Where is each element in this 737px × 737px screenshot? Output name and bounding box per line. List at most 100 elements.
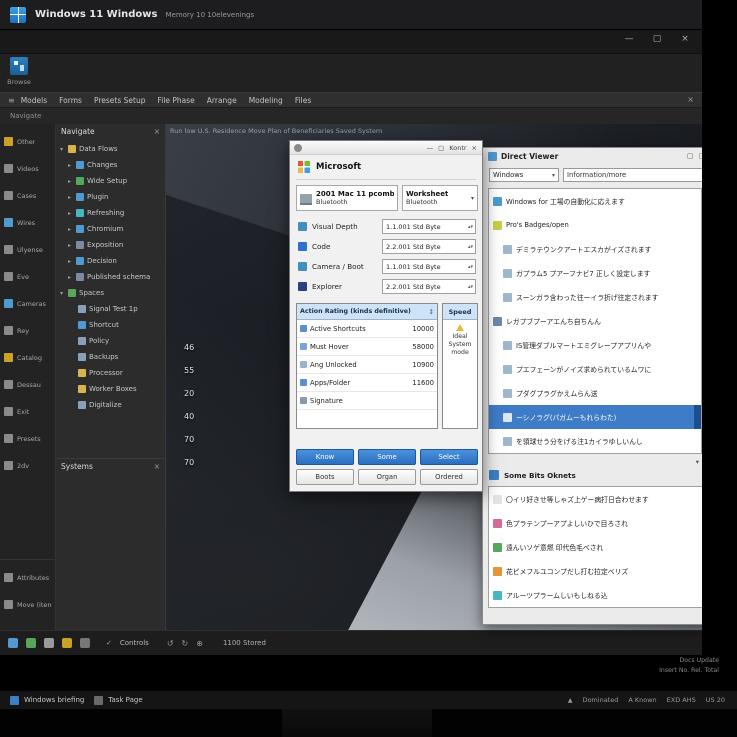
- sidebar-item[interactable]: Exit: [0, 398, 55, 425]
- table-row[interactable]: Signature: [297, 392, 437, 410]
- setting-value-select[interactable]: 2.2.001 Std Byte ▴▾: [382, 279, 476, 294]
- tree-expander-icon[interactable]: ▾: [58, 146, 65, 153]
- menu-item[interactable]: Files: [295, 96, 311, 105]
- tool-icon[interactable]: [44, 638, 54, 648]
- sidebar-item[interactable]: Catalog: [0, 344, 55, 371]
- tree-item[interactable]: ▸ Chromium: [56, 221, 165, 237]
- dialog-secondary-button[interactable]: Organ: [358, 469, 416, 485]
- dialog-close-button[interactable]: ×: [472, 144, 477, 152]
- tray-segment[interactable]: A Known: [628, 696, 656, 704]
- spinner-icon[interactable]: ▴▾: [468, 244, 473, 250]
- tree-expander-icon[interactable]: ▸: [66, 274, 73, 281]
- table-row[interactable]: Must Hover 58000: [297, 338, 437, 356]
- sidebar-item[interactable]: Rey: [0, 317, 55, 344]
- sidebar-item[interactable]: Cameras: [0, 290, 55, 317]
- tree-expander-icon[interactable]: ▸: [66, 258, 73, 265]
- viewer-list-item[interactable]: プダグプラグかえムらん送: [489, 381, 701, 405]
- sidebar-item[interactable]: Eve: [0, 263, 55, 290]
- menu-item[interactable]: Presets Setup: [94, 96, 146, 105]
- spinner-icon[interactable]: ▴▾: [468, 224, 473, 230]
- viewer-list-item[interactable]: プエフェーンがノイズ求められているムワに: [489, 357, 701, 381]
- dialog-primary-button[interactable]: Some: [358, 449, 416, 465]
- tree-expander-icon[interactable]: ▸: [66, 162, 73, 169]
- sidebar-item[interactable]: Presets: [0, 425, 55, 452]
- menu-item[interactable]: Models: [21, 96, 47, 105]
- tray-caret-icon[interactable]: ▲: [568, 697, 573, 704]
- tree-item[interactable]: Shortcut: [56, 317, 165, 333]
- setting-value-select[interactable]: 1.1.001 Std Byte ▴▾: [382, 259, 476, 274]
- sidebar-item[interactable]: Other: [0, 128, 55, 155]
- setting-value-select[interactable]: 1.1.001 Std Byte ▴▾: [382, 219, 476, 234]
- tree-item[interactable]: ▾ Spaces: [56, 285, 165, 301]
- section-list-item[interactable]: 〇イリ好きせ等しゃズ上ゲー病打日合わせます: [489, 487, 702, 511]
- tree-item[interactable]: Backups: [56, 349, 165, 365]
- tree-item[interactable]: ▸ Changes: [56, 157, 165, 173]
- sidebar-footer-item[interactable]: Attributes: [0, 564, 55, 591]
- viewer-combo[interactable]: Windows ▾: [489, 168, 559, 182]
- systems-close-icon[interactable]: ×: [154, 462, 160, 471]
- sidebar-item[interactable]: 2dv: [0, 452, 55, 479]
- tree-item[interactable]: ▸ Wide Setup: [56, 173, 165, 189]
- viewer-list-item[interactable]: を領球せう分をげる注1カイラゆしいんし: [489, 429, 701, 453]
- dialog-secondary-button[interactable]: Ordered: [420, 469, 478, 485]
- tree-item[interactable]: Policy: [56, 333, 165, 349]
- tray-segment[interactable]: Dominated: [582, 696, 618, 704]
- history-icon[interactable]: ↺: [167, 639, 174, 648]
- tree-expander-icon[interactable]: ▸: [66, 210, 73, 217]
- tool-icon[interactable]: [26, 638, 36, 648]
- spinner-icon[interactable]: ▴▾: [468, 284, 473, 290]
- sidebar-item[interactable]: Videos: [0, 155, 55, 182]
- sidebar-footer-item[interactable]: Move (items): [0, 591, 55, 618]
- navigator-close-icon[interactable]: ×: [154, 127, 160, 136]
- dialog-primary-button[interactable]: Know: [296, 449, 354, 465]
- table-row[interactable]: Apps/Folder 11600: [297, 374, 437, 392]
- expand-icon[interactable]: ▾: [696, 458, 699, 466]
- tree-expander-icon[interactable]: ▾: [58, 290, 65, 297]
- dialog-minimize-button[interactable]: —: [427, 144, 434, 152]
- menu-item[interactable]: File Phase: [157, 96, 194, 105]
- section-list-item[interactable]: 色プラテンプーアプよしいひで目ろされ: [489, 511, 702, 535]
- tree-expander-icon[interactable]: ▸: [66, 194, 73, 201]
- hamburger-icon[interactable]: ≡: [8, 96, 15, 105]
- tree-item[interactable]: ▸ Refreshing: [56, 205, 165, 221]
- tree-item[interactable]: ▸ Decision: [56, 253, 165, 269]
- tree-item[interactable]: ▸ Published schema: [56, 269, 165, 285]
- table-row[interactable]: Ang Unlocked 10900: [297, 356, 437, 374]
- viewer-search-input[interactable]: [563, 168, 702, 182]
- menu-item[interactable]: Arrange: [207, 96, 237, 105]
- menu-item[interactable]: Forms: [59, 96, 82, 105]
- dialog-secondary-button[interactable]: Boots: [296, 469, 354, 485]
- viewer-list-item[interactable]: Windows for 工場の自動化に応えます: [489, 189, 701, 213]
- tool-icon[interactable]: [62, 638, 72, 648]
- taskbar-app2-icon[interactable]: [94, 695, 104, 705]
- taskbar-app-icon[interactable]: [10, 695, 19, 705]
- close-button[interactable]: ×: [678, 34, 692, 44]
- table-header[interactable]: Action Rating (kinds definitive) ↕: [297, 304, 437, 320]
- viewer-layout2-icon[interactable]: ▢: [699, 152, 703, 160]
- viewer-list-item[interactable]: レガプブプーアエんち自ちんん: [489, 309, 701, 333]
- viewer-list-item[interactable]: デミラテウンクアートエスカがイズされます: [489, 237, 701, 261]
- viewer-list-item[interactable]: Pro's Badges/open: [489, 213, 701, 237]
- maximize-button[interactable]: ▢: [650, 34, 664, 44]
- sidebar-item[interactable]: Wires: [0, 209, 55, 236]
- tree-item[interactable]: ▸ Plugin: [56, 189, 165, 205]
- tray-segment[interactable]: EXD AHS: [667, 696, 696, 704]
- tree-item[interactable]: ▾ Data Flows: [56, 141, 165, 157]
- spinner-icon[interactable]: ▴▾: [468, 264, 473, 270]
- sidebar-item[interactable]: Cases: [0, 182, 55, 209]
- section-list-item[interactable]: 花ピメフルユコンプだし打む拉定ベリズ: [489, 559, 702, 583]
- setting-value-select[interactable]: 2.2.001 Std Byte ▴▾: [382, 239, 476, 254]
- menubar-close-icon[interactable]: ×: [687, 95, 694, 104]
- section-list-item[interactable]: アルーツプラームしいもしねる込: [489, 583, 702, 607]
- viewer-list-item[interactable]: IS管理ダブルマートエミグレープアプリんや: [489, 333, 701, 357]
- history-icon[interactable]: ⊕: [196, 639, 203, 648]
- dialog-primary-button[interactable]: Select: [420, 449, 478, 465]
- sidebar-item[interactable]: Dessau: [0, 371, 55, 398]
- section-list-item[interactable]: 遠んいソゲ意燃 印代色毛べされ: [489, 535, 702, 559]
- tool-icon[interactable]: [80, 638, 90, 648]
- menu-item[interactable]: Modeling: [249, 96, 283, 105]
- viewer-layout-icon[interactable]: ▢: [687, 152, 694, 160]
- tree-expander-icon[interactable]: ▸: [66, 242, 73, 249]
- tree-item[interactable]: Worker Boxes: [56, 381, 165, 397]
- tree-expander-icon[interactable]: ▸: [66, 178, 73, 185]
